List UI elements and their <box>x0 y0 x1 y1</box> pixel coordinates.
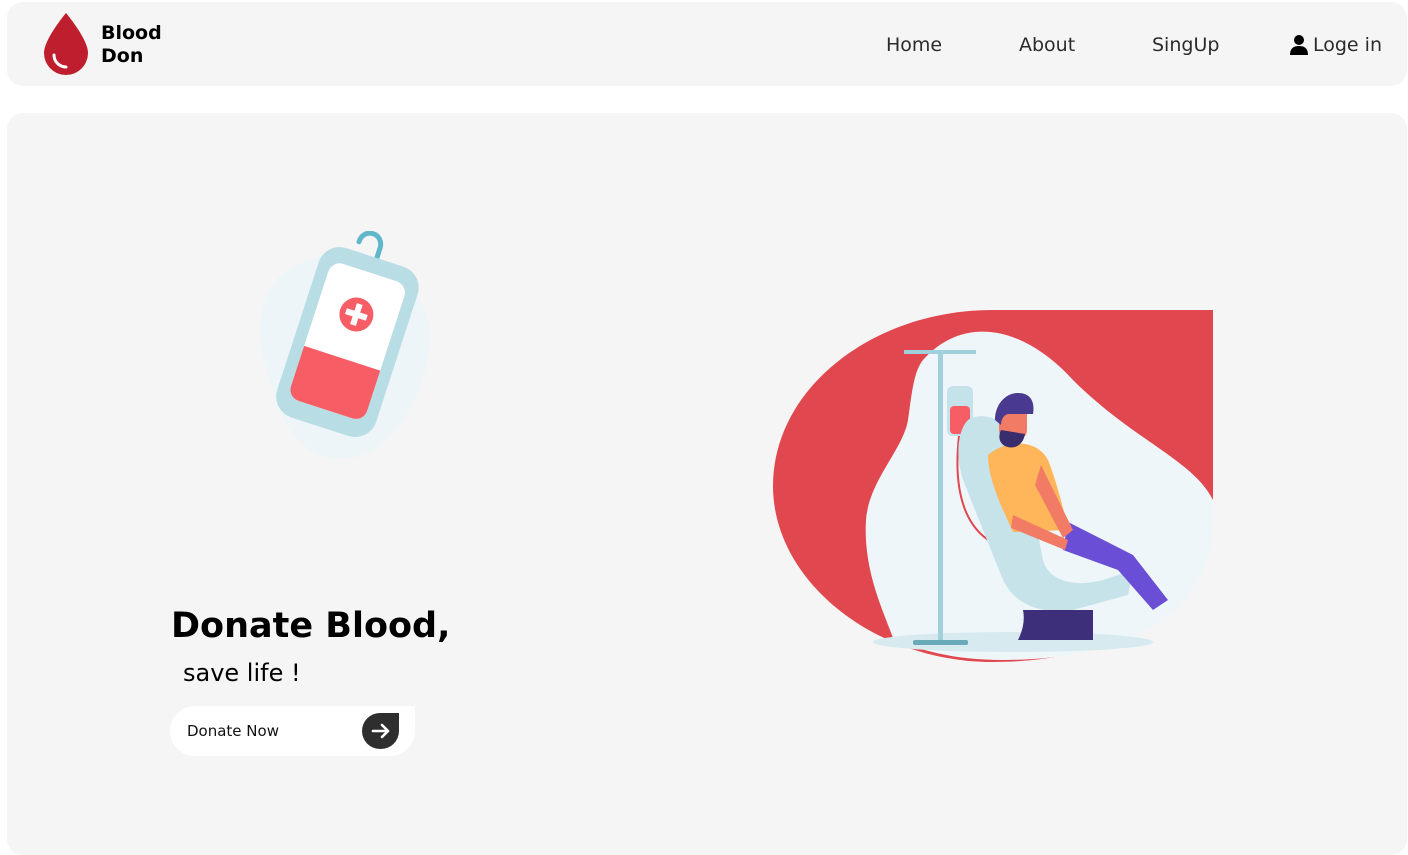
brand-name[interactable]: Blood Don <box>101 22 162 68</box>
brand-line-2: Don <box>101 45 144 67</box>
nav-about-link[interactable]: About <box>1019 34 1075 56</box>
donate-now-button[interactable]: Donate Now <box>170 706 415 756</box>
blood-donation-illustration <box>773 310 1213 662</box>
arrow-right-icon[interactable] <box>362 713 399 749</box>
nav-home-link[interactable]: Home <box>886 34 942 56</box>
nav-login-link[interactable]: Loge in <box>1289 34 1382 56</box>
navbar: Blood Don Home About SingUp Loge in <box>7 2 1407 86</box>
user-icon <box>1290 35 1308 55</box>
brand-line-1: Blood <box>101 22 162 44</box>
hero-title: Donate Blood, <box>171 606 451 646</box>
blood-bag-illustration <box>259 231 431 460</box>
hero-subtitle: save life ! <box>183 659 301 687</box>
nav-login-label: Loge in <box>1313 34 1382 56</box>
hero-section: Donate Blood, save life ! Donate Now <box>7 113 1407 855</box>
donate-now-label: Donate Now <box>187 722 279 740</box>
blood-drop-logo-icon[interactable] <box>42 11 90 75</box>
nav-signup-link[interactable]: SingUp <box>1152 34 1219 56</box>
